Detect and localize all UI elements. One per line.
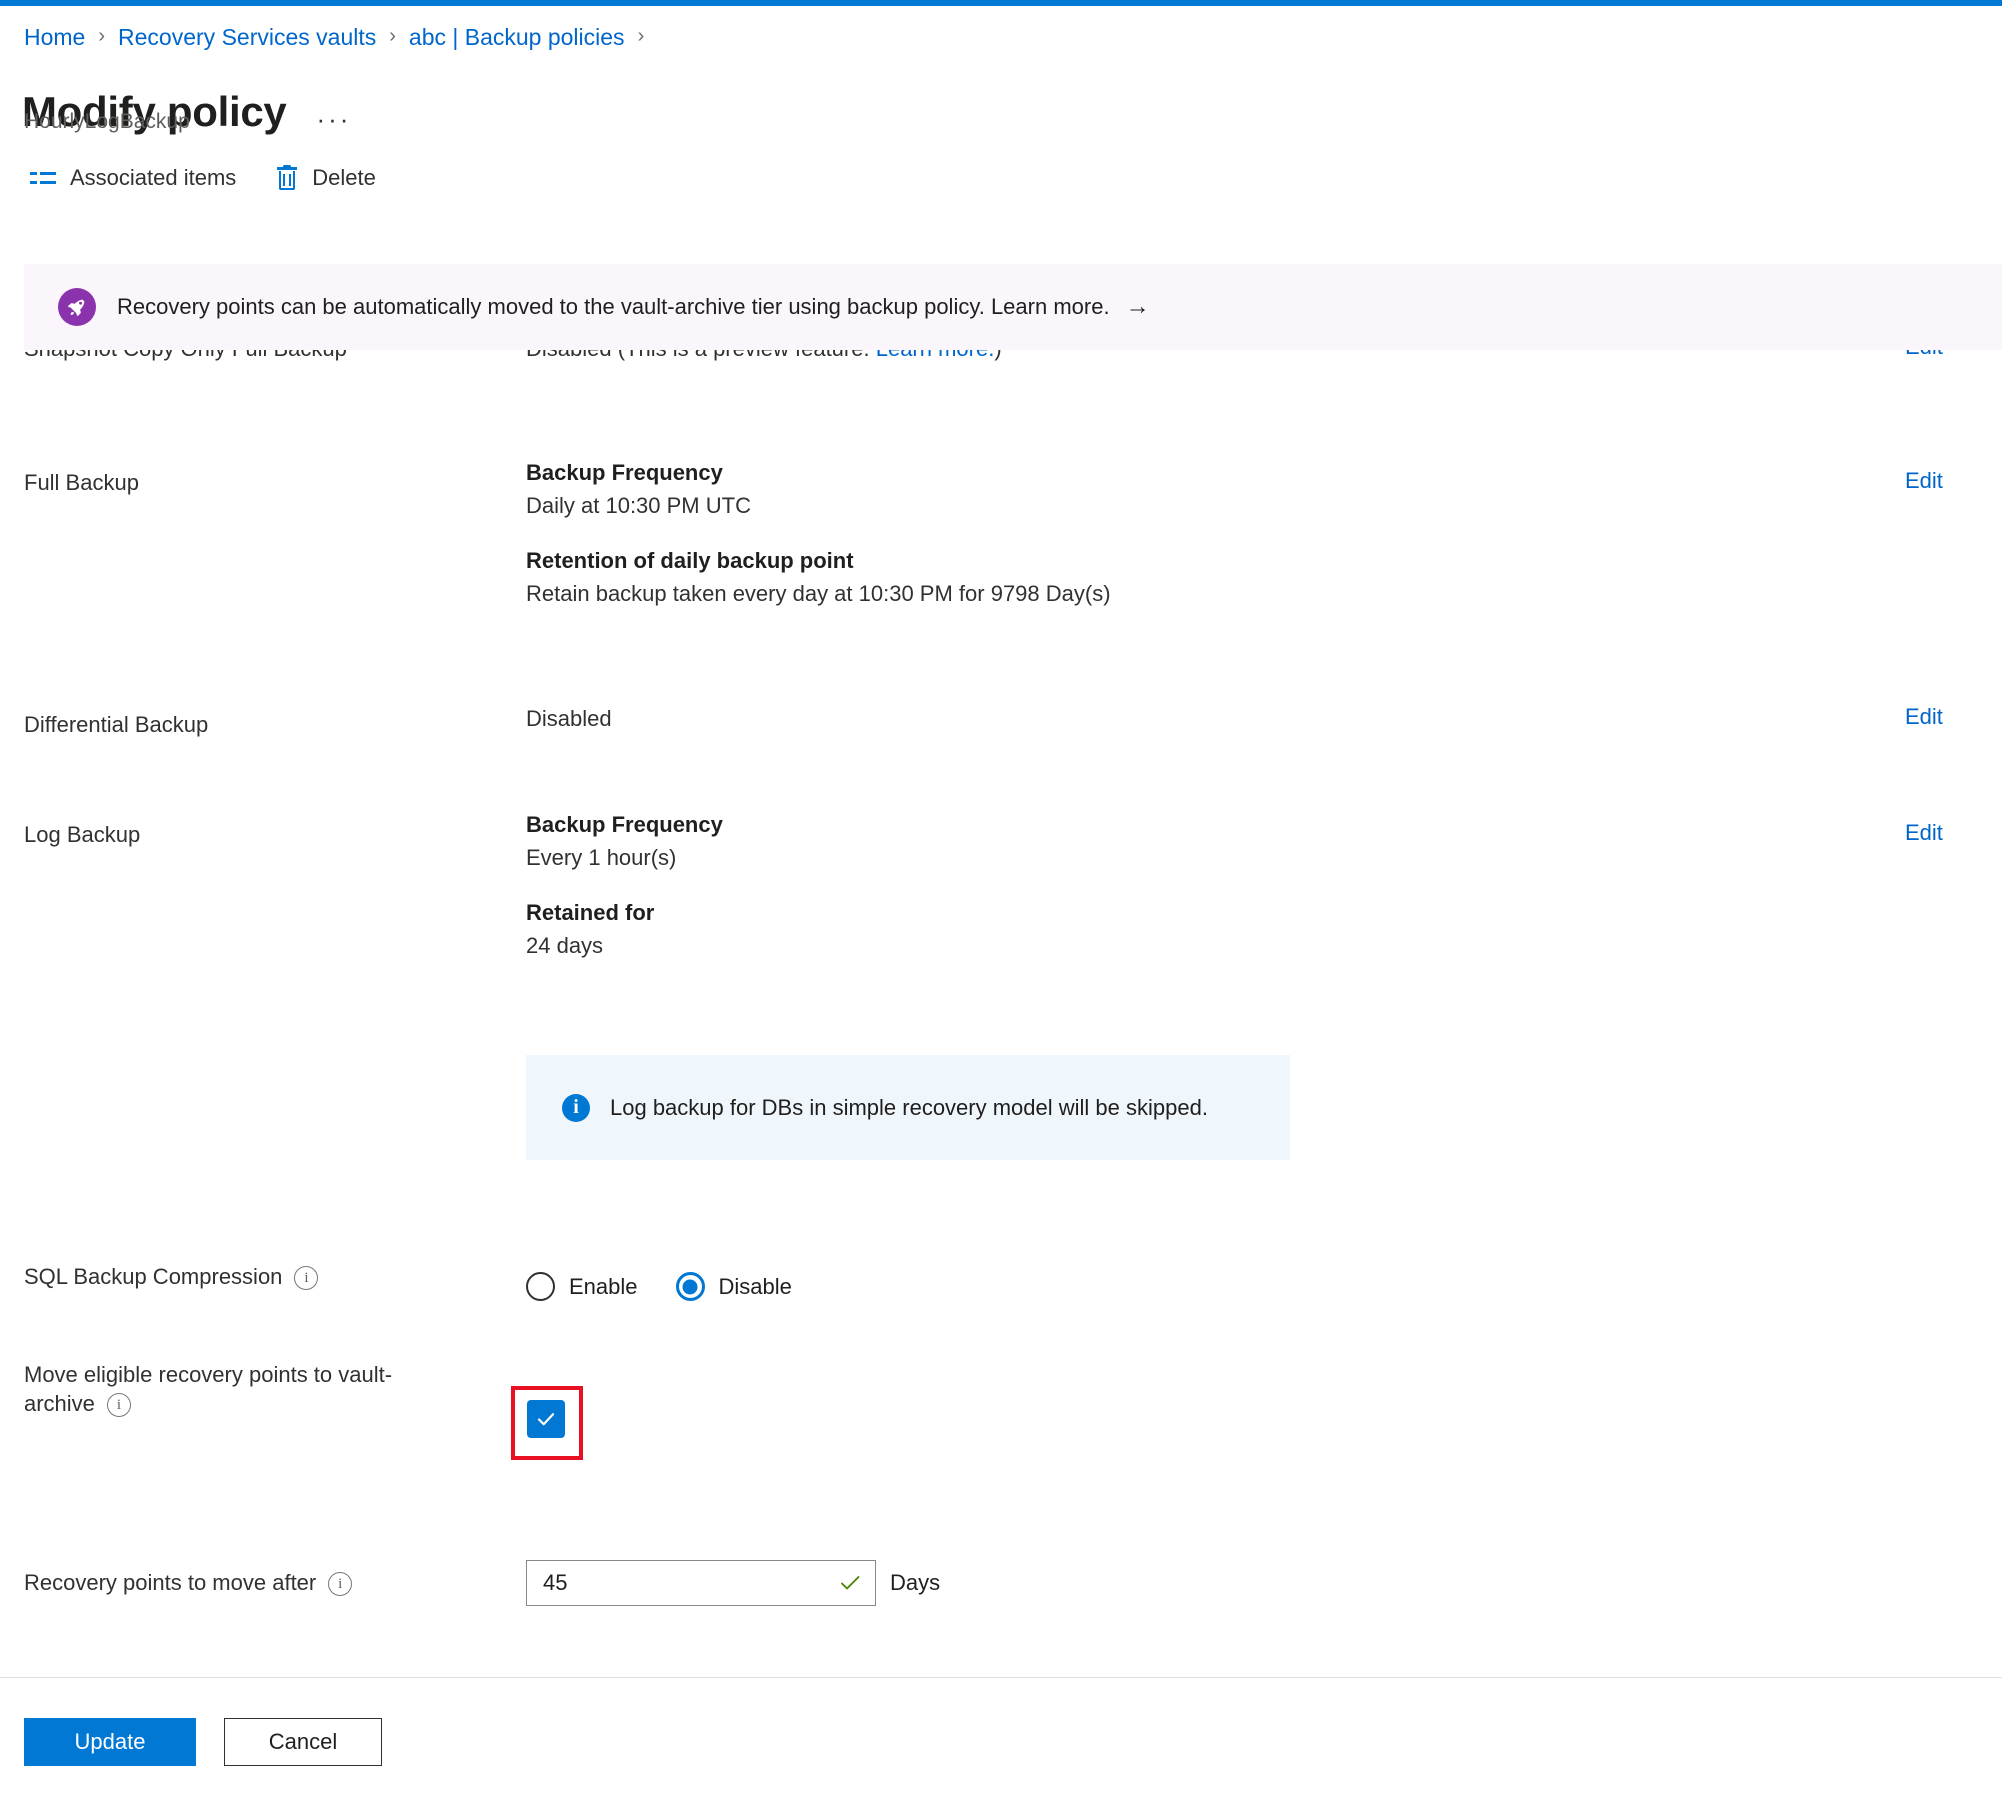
log-backup-retained-heading: Retained for	[526, 900, 655, 926]
policy-name-subtitle: HourlyLogBackup	[24, 110, 190, 133]
associated-items-label: Associated items	[70, 165, 237, 190]
valid-check-icon	[841, 1576, 860, 1590]
edit-full-backup-link[interactable]: Edit	[1905, 468, 1943, 494]
radio-checked-icon	[675, 1272, 705, 1301]
sql-compression-option-disable[interactable]: Disable	[675, 1272, 792, 1301]
breadcrumb-item-abc-backup-policies[interactable]: abc | Backup policies	[409, 24, 625, 51]
recovery-points-move-after-unit: Days	[890, 1570, 941, 1595]
delete-button[interactable]: Delete	[272, 161, 380, 195]
promo-banner-message: Recovery points can be automatically mov…	[117, 294, 985, 319]
snapshot-copy-only-full-backup-value: Disabled (This is a preview feature. Lea…	[526, 350, 1002, 363]
breadcrumb: Home › Recovery Services vaults › abc | …	[24, 20, 657, 54]
arrow-right-icon[interactable]: →	[1126, 293, 1150, 321]
breadcrumb-item-recovery-services-vaults[interactable]: Recovery Services vaults	[118, 24, 376, 51]
snapshot-copy-only-full-backup-label: Snapshot Copy Only Full Backup	[24, 350, 494, 363]
log-backup-label: Log Backup	[24, 822, 141, 847]
recovery-points-move-after-label: Recovery points to move after i	[24, 1568, 494, 1597]
delete-label: Delete	[312, 165, 376, 190]
snapshot-value-suffix: )	[994, 350, 1001, 361]
promo-banner-learn-more-link[interactable]: Learn more.	[991, 294, 1110, 319]
full-backup-label: Full Backup	[24, 470, 139, 495]
recovery-points-move-after-input[interactable]	[543, 1570, 831, 1596]
recovery-points-move-after-field[interactable]	[526, 1560, 876, 1606]
breadcrumb-separator-icon: ›	[389, 25, 396, 47]
sql-backup-compression-label: SQL Backup Compression i	[24, 1262, 494, 1291]
move-to-vault-archive-label-text: Move eligible recovery points to vault-a…	[24, 1362, 393, 1417]
recovery-points-move-after-field-wrap: Days	[526, 1560, 940, 1606]
full-backup-value: Backup Frequency Daily at 10:30 PM UTC R…	[526, 458, 1111, 608]
edit-differential-backup-link[interactable]: Edit	[1905, 704, 1943, 730]
radio-unchecked-icon	[526, 1272, 555, 1301]
breadcrumb-separator-icon: ›	[637, 25, 645, 47]
edit-snapshot-copy-only-full-backup-link[interactable]: Edit	[1905, 350, 1943, 360]
trash-icon	[276, 165, 298, 191]
differential-backup-label: Differential Backup	[24, 712, 209, 737]
info-circle-icon[interactable]: i	[328, 1572, 353, 1597]
move-to-vault-archive-label: Move eligible recovery points to vault-a…	[24, 1360, 424, 1418]
breadcrumb-separator-icon: ›	[98, 25, 106, 47]
move-to-vault-archive-checkbox[interactable]	[527, 1400, 565, 1438]
associated-items-button[interactable]: Associated items	[26, 161, 240, 195]
vault-archive-promo-banner[interactable]: Recovery points can be automatically mov…	[24, 264, 2002, 350]
edit-log-backup-link[interactable]: Edit	[1905, 820, 1943, 846]
modify-policy-page: Home › Recovery Services vaults › abc | …	[0, 0, 2002, 1808]
footer-divider	[0, 1677, 2002, 1678]
info-icon: i	[562, 1093, 590, 1122]
cancel-button[interactable]: Cancel	[224, 1718, 382, 1766]
footer-actions: Update Cancel	[24, 1718, 382, 1766]
command-bar: Associated items Delete	[26, 158, 412, 198]
full-backup-retention-heading: Retention of daily backup point	[526, 548, 854, 574]
more-options-icon[interactable]: ···	[316, 106, 351, 132]
log-backup-info-callout: i Log backup for DBs in simple recovery …	[526, 1055, 1290, 1160]
full-backup-frequency-value: Daily at 10:30 PM UTC	[526, 493, 751, 519]
full-backup-frequency-heading: Backup Frequency	[526, 460, 723, 485]
sql-backup-compression-label-text: SQL Backup Compression	[24, 1264, 283, 1289]
full-backup-retention-value: Retain backup taken every day at 10:30 P…	[526, 581, 1111, 607]
log-backup-value: Backup Frequency Every 1 hour(s) Retaine…	[526, 810, 723, 960]
policy-settings-content: Snapshot Copy Only Full Backup Disabled …	[0, 350, 2002, 1677]
info-circle-icon[interactable]: i	[106, 1393, 131, 1418]
info-circle-icon[interactable]: i	[294, 1266, 319, 1291]
differential-backup-value: Disabled	[526, 706, 612, 731]
recovery-points-move-after-label-text: Recovery points to move after	[24, 1570, 317, 1595]
log-backup-info-text: Log backup for DBs in simple recovery mo…	[610, 1094, 1208, 1120]
rocket-icon	[58, 288, 96, 326]
log-backup-frequency-value: Every 1 hour(s)	[526, 845, 677, 871]
promo-banner-text: Recovery points can be automatically mov…	[117, 294, 1110, 320]
log-backup-frequency-heading: Backup Frequency	[526, 812, 723, 837]
associated-items-icon	[30, 168, 56, 188]
snapshot-value-prefix: Disabled (This is a preview feature.	[526, 350, 870, 361]
breadcrumb-item-home[interactable]: Home	[24, 24, 85, 51]
snapshot-learn-more-link[interactable]: Learn more.	[876, 350, 995, 361]
update-button[interactable]: Update	[24, 1718, 196, 1766]
sql-compression-enable-label: Enable	[569, 1273, 638, 1299]
log-backup-retained-value: 24 days	[526, 933, 604, 959]
sql-compression-disable-label: Disable	[718, 1273, 792, 1299]
sql-compression-option-enable[interactable]: Enable	[526, 1272, 638, 1301]
top-accent-bar	[0, 0, 2002, 6]
sql-backup-compression-radio-group: Enable Disable	[526, 1272, 830, 1301]
